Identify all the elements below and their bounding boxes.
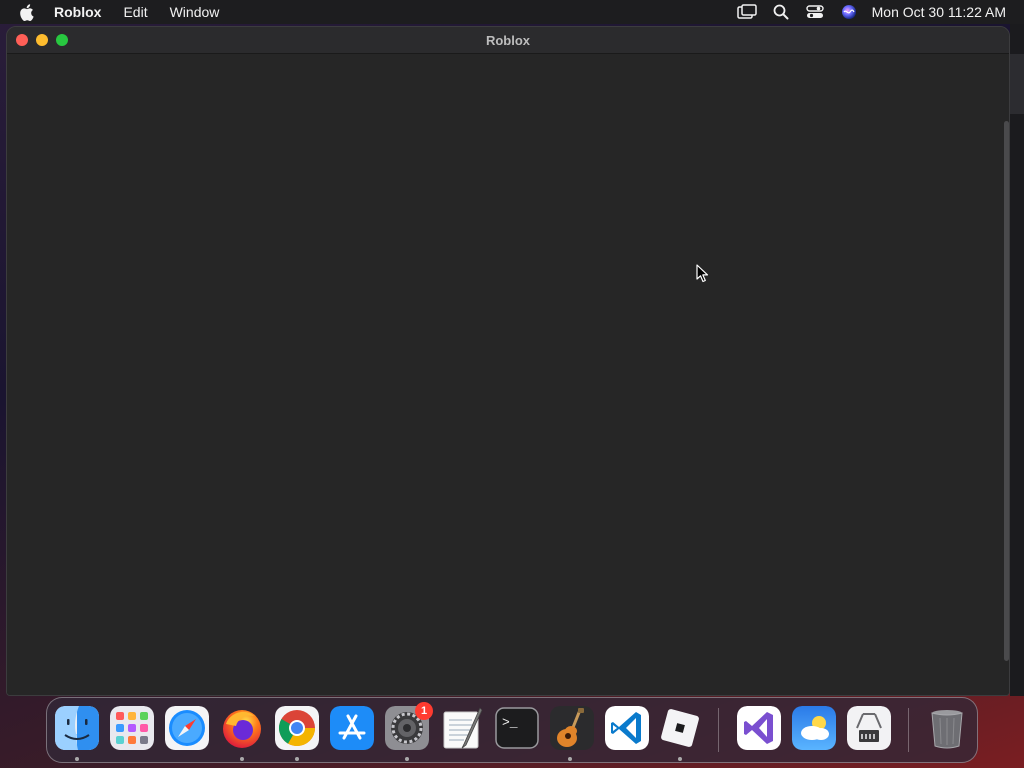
menu-app-name[interactable]: Roblox [52, 0, 112, 24]
notification-badge: 1 [415, 702, 433, 720]
minimize-window-button[interactable] [36, 34, 48, 46]
roblox-content-area[interactable] [7, 55, 1009, 695]
menu-edit[interactable]: Edit [112, 0, 158, 24]
dock: 1 >_ [46, 697, 978, 763]
trash-icon[interactable] [925, 706, 969, 750]
dock-separator [908, 708, 909, 752]
firefox-icon[interactable] [220, 706, 264, 750]
running-indicator [678, 757, 682, 761]
chrome-icon[interactable] [275, 706, 319, 750]
roblox-window: Roblox [6, 26, 1010, 696]
running-indicator [405, 757, 409, 761]
screen-mirroring-icon[interactable] [730, 0, 764, 24]
running-indicator [75, 757, 79, 761]
close-window-button[interactable] [16, 34, 28, 46]
finder-icon[interactable] [55, 706, 99, 750]
running-indicator [240, 757, 244, 761]
apple-menu-icon[interactable] [0, 0, 52, 24]
vscode-icon[interactable] [605, 706, 649, 750]
spotlight-search-icon[interactable] [764, 0, 798, 24]
window-titlebar[interactable]: Roblox [7, 27, 1009, 54]
launchpad-icon[interactable] [110, 706, 154, 750]
dock-separator [718, 708, 719, 752]
terminal-icon[interactable]: >_ [495, 706, 539, 750]
roblox-icon[interactable] [658, 706, 702, 750]
running-indicator [568, 757, 572, 761]
garageband-icon[interactable] [550, 706, 594, 750]
maximize-window-button[interactable] [56, 34, 68, 46]
weather-icon[interactable] [792, 706, 836, 750]
window-title: Roblox [485, 33, 531, 48]
mouse-pointer-icon [695, 264, 711, 284]
background-window-edge [1010, 24, 1024, 696]
app-store-icon[interactable] [330, 706, 374, 750]
scrollbar-track[interactable] [1003, 55, 1009, 695]
menu-bar-clock[interactable]: Mon Oct 30 11:22 AM [866, 4, 1006, 20]
running-indicator [295, 757, 299, 761]
menu-bar: Roblox Edit Window Mon Oct 30 11:22 AM [0, 0, 1024, 24]
safari-icon[interactable] [165, 706, 209, 750]
textedit-icon[interactable] [440, 706, 484, 750]
system-information-icon[interactable] [847, 706, 891, 750]
background-window-edge-highlight [1010, 54, 1024, 114]
traffic-lights [7, 34, 68, 46]
control-center-icon[interactable] [798, 0, 832, 24]
terminal-prompt: >_ [502, 715, 518, 730]
siri-icon[interactable] [832, 0, 866, 24]
scrollbar-thumb[interactable] [1004, 121, 1009, 661]
menu-window[interactable]: Window [159, 0, 231, 24]
visual-studio-icon[interactable] [737, 706, 781, 750]
